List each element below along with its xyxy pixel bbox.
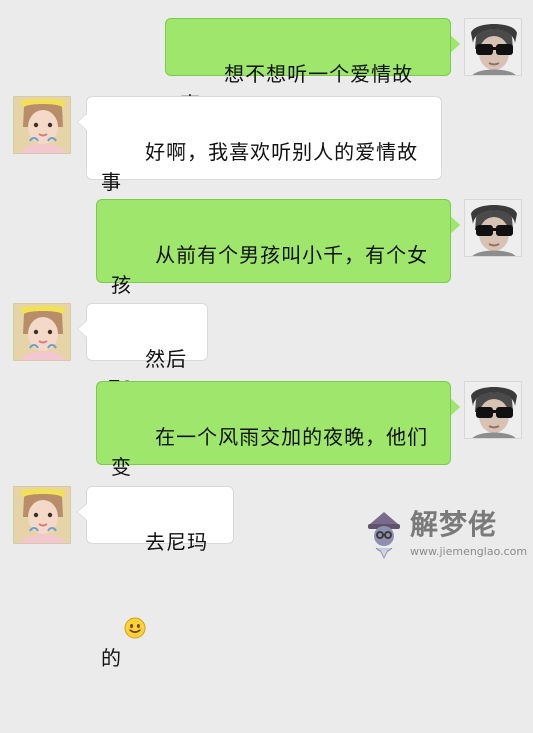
male-avatar-icon (465, 19, 521, 75)
watermark-url: www.jiemenglao.com (410, 545, 528, 558)
message-bubble-received[interactable]: 去尼玛的 (77, 486, 234, 670)
message-bubble-received[interactable]: 好啊，我喜欢听别人的爱情故事 (77, 96, 442, 279)
bubble-tail (450, 216, 460, 234)
message-bubble-sent[interactable]: 想不想听一个爱情故事！ (165, 18, 460, 116)
user-avatar[interactable] (464, 381, 522, 439)
bubble-tail (77, 320, 87, 338)
message-bubble-received[interactable]: 然后呢？ (77, 303, 208, 401)
contact-avatar[interactable] (13, 96, 71, 154)
contact-avatar[interactable] (13, 303, 71, 361)
female-avatar-icon (14, 487, 70, 543)
message-text: 好啊，我喜欢听别人的爱情故事 (101, 140, 419, 194)
female-avatar-icon (14, 97, 70, 153)
male-avatar-icon (465, 382, 521, 438)
wizard-hat-logo-icon (368, 512, 400, 560)
bubble-tail (77, 503, 87, 521)
bubble-tail (450, 35, 460, 53)
smile-emoji-icon (124, 557, 146, 639)
watermark: 解梦佬 www.jiemenglao.com (362, 508, 527, 566)
female-avatar-icon (14, 304, 70, 360)
contact-avatar[interactable] (13, 486, 71, 544)
message-text: 去尼玛的 (101, 530, 209, 670)
message-bubble-sent[interactable]: 从前有个男孩叫小千，有个女孩 叫小北 (96, 199, 460, 327)
bubble-tail (77, 113, 87, 131)
message-bubble-sent[interactable]: 在一个风雨交加的夜晚，他们变 成了小小乖 (96, 381, 460, 509)
user-avatar[interactable] (464, 18, 522, 76)
chat-window: 想不想听一个爱情故事！ (0, 0, 533, 670)
user-avatar[interactable] (464, 199, 522, 257)
watermark-title: 解梦佬 (410, 508, 498, 541)
male-avatar-icon (465, 200, 521, 256)
bubble-tail (450, 398, 460, 416)
